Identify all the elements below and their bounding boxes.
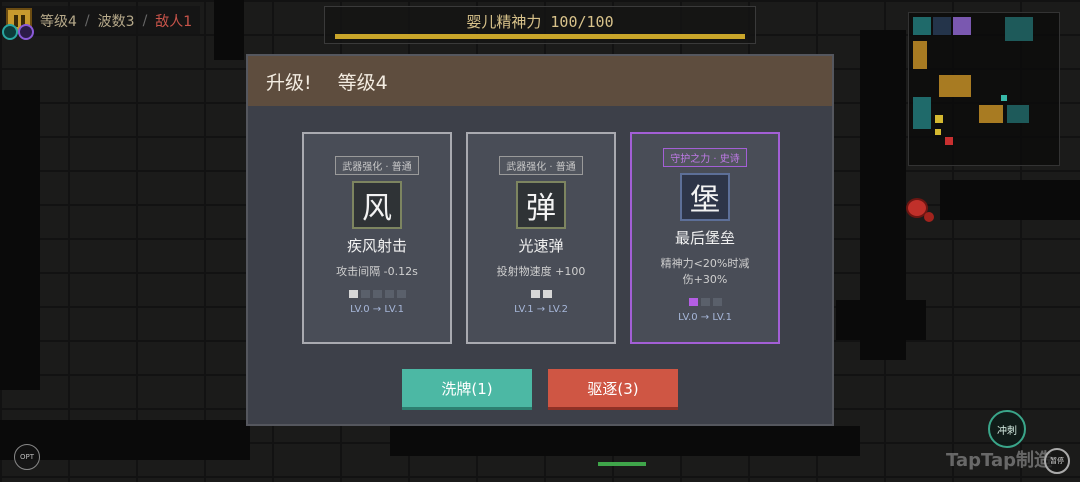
hud-level: 等级4 bbox=[40, 14, 77, 30]
upgrade-cards: 武器强化 · 普通 风 疾风射击 攻击间隔 -0.12s LV.0 → LV.1… bbox=[302, 132, 780, 344]
card-tag: 武器强化 · 普通 bbox=[499, 156, 583, 175]
spirit-bar-fill bbox=[335, 34, 745, 39]
level-pips bbox=[348, 290, 406, 298]
hud-wave: 波数3 bbox=[97, 14, 135, 30]
card-tag: 武器强化 · 普通 bbox=[335, 156, 419, 175]
card-desc: 精神力<20%时减伤+30% bbox=[660, 257, 750, 286]
card-desc: 攻击间隔 -0.12s bbox=[336, 265, 418, 278]
spirit-meter: 婴儿精神力 100/100 bbox=[324, 6, 756, 44]
level-pip bbox=[384, 290, 394, 298]
card-name: 最后堡垒 bbox=[674, 229, 735, 247]
level-pip bbox=[360, 290, 370, 298]
level-pip bbox=[688, 298, 698, 306]
dialog-header: 升级! 等级4 bbox=[248, 56, 832, 106]
level-pip bbox=[530, 290, 540, 298]
upgrade-card-1[interactable]: 武器强化 · 普通 风 疾风射击 攻击间隔 -0.12s LV.0 → LV.1 bbox=[302, 132, 452, 344]
card-tag: 守护之力 · 史诗 bbox=[663, 148, 747, 167]
skill-icon-teal[interactable] bbox=[2, 24, 18, 40]
level-pip bbox=[542, 290, 552, 298]
upgrade-card-2[interactable]: 武器强化 · 普通 弹 光速弹 投射物速度 +100 LV.1 → LV.2 bbox=[466, 132, 616, 344]
skill-icon-purple[interactable] bbox=[18, 24, 34, 40]
dialog-title: 升级! bbox=[266, 71, 312, 94]
card-level: LV.0 → LV.1 bbox=[678, 312, 732, 323]
level-pip bbox=[396, 290, 406, 298]
level-pip bbox=[712, 298, 722, 306]
minimap[interactable] bbox=[908, 12, 1060, 166]
level-pip bbox=[372, 290, 382, 298]
options-button[interactable]: OPT bbox=[14, 444, 40, 470]
card-name: 疾风射击 bbox=[346, 237, 407, 255]
card-name: 光速弹 bbox=[518, 237, 564, 255]
upgrade-card-3[interactable]: 守护之力 · 史诗 堡 最后堡垒 精神力<20%时减伤+30% LV.0 → L… bbox=[630, 132, 780, 344]
fortress-icon: 堡 bbox=[680, 173, 730, 221]
dialog-level: 等级4 bbox=[337, 71, 388, 94]
card-desc: 投射物速度 +100 bbox=[496, 265, 586, 278]
spirit-label: 婴儿精神力 100/100 bbox=[466, 13, 614, 31]
player-hp-bar bbox=[598, 462, 646, 466]
hud-enemies: 敌人1 bbox=[155, 14, 193, 30]
card-level: LV.1 → LV.2 bbox=[514, 304, 568, 315]
pause-circle-button[interactable]: 暂停 bbox=[1044, 448, 1070, 474]
banish-button[interactable]: 驱逐(3) bbox=[548, 369, 678, 407]
wind-icon: 风 bbox=[352, 181, 402, 229]
level-pip bbox=[348, 290, 358, 298]
shuffle-button[interactable]: 洗牌(1) bbox=[402, 369, 532, 407]
level-pip bbox=[700, 298, 710, 306]
level-pips bbox=[688, 298, 722, 306]
dash-button[interactable]: 冲刺 bbox=[988, 410, 1026, 448]
bullet-icon: 弹 bbox=[516, 181, 566, 229]
level-pips bbox=[530, 290, 552, 298]
enemy-sprite bbox=[906, 198, 934, 222]
upgrade-dialog: 升级! 等级4 武器强化 · 普通 风 疾风射击 攻击间隔 -0.12s LV.… bbox=[246, 54, 834, 426]
card-level: LV.0 → LV.1 bbox=[350, 304, 404, 315]
taptap-watermark: TapTap制造 bbox=[946, 450, 1052, 471]
